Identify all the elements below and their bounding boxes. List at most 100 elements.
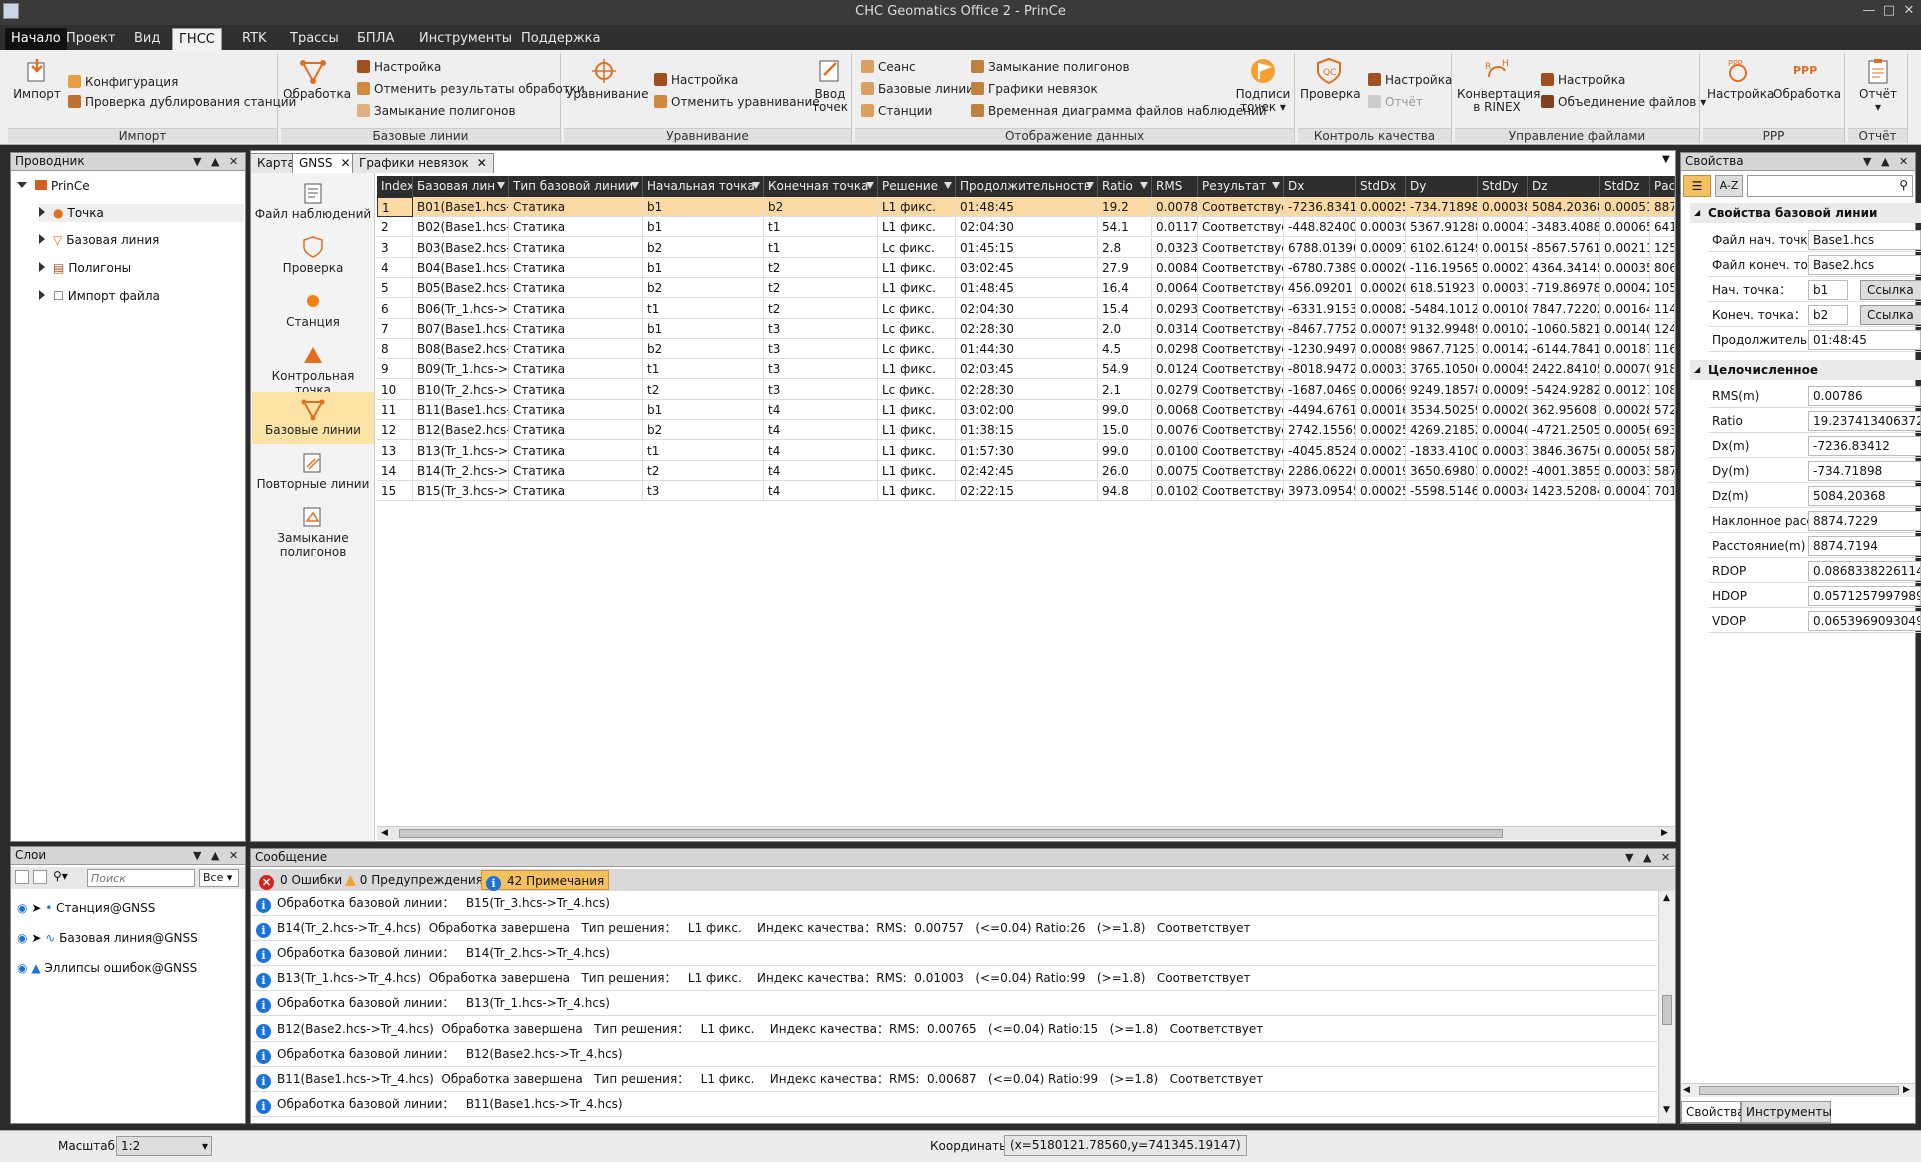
qc-report-button[interactable]: Отчёт xyxy=(1368,93,1423,111)
import-button[interactable]: Импорт xyxy=(12,57,62,101)
search-icon[interactable]: ⚲ xyxy=(1899,178,1908,192)
filter-icon[interactable] xyxy=(944,182,952,189)
display-stations-button[interactable]: Станции xyxy=(861,102,932,120)
nav-observation-files[interactable]: Файл наблюдений xyxy=(252,176,374,228)
property-value[interactable]: 0.06539690930496 xyxy=(1808,611,1921,631)
nav-baselines[interactable]: Базовые линии xyxy=(252,392,374,444)
properties-hscrollbar[interactable]: ◀ ▶ xyxy=(1681,1083,1915,1097)
process-baselines-button[interactable]: Обработка xyxy=(283,57,351,101)
close-icon[interactable]: ✕ xyxy=(1661,849,1670,866)
table-row[interactable]: 1B01(Base1.hcs->Статикаb1b2L1 фикс.01:48… xyxy=(377,197,1675,217)
message-row[interactable]: i Обработка базовой линии： B11(Base1.hcs-… xyxy=(252,1092,1657,1117)
dropdown-icon[interactable]: ▼ xyxy=(1625,849,1633,866)
layer-item-ellipses[interactable]: ◉ ▲ Эллипсы ошибок@GNSS xyxy=(17,959,197,977)
tree-item-polygons[interactable]: ▤ Полигоны xyxy=(39,259,131,277)
qc-check-button[interactable]: QC Проверка xyxy=(1300,57,1361,101)
expand-icon[interactable] xyxy=(39,262,45,272)
table-row[interactable]: 8B08(Base2.hcs->Статикаb2t3Lc фикс.01:44… xyxy=(377,339,1675,360)
message-row[interactable]: i Обработка базовой линии： B14(Tr_2.hcs->… xyxy=(252,941,1657,967)
layer-item-baseline[interactable]: ◉ ➤ ∿ Базовая линия@GNSS xyxy=(17,929,198,947)
property-value[interactable]: 0.08683382261143 xyxy=(1808,561,1921,581)
nav-loop-closure[interactable]: Замыкание полигонов xyxy=(252,500,374,559)
column-header[interactable]: Конечная точка xyxy=(764,176,878,197)
cancel-adjustment-button[interactable]: Отменить уравнивание xyxy=(654,93,820,111)
scroll-right-icon[interactable]: ▶ xyxy=(1661,828,1668,838)
expand-icon[interactable] xyxy=(17,182,27,188)
pin-icon[interactable]: ▲ xyxy=(1881,153,1889,170)
column-header[interactable]: Тип базовой линии xyxy=(509,176,643,197)
tab-support[interactable]: Поддержка xyxy=(515,28,607,50)
link-button[interactable]: Ссылка xyxy=(1860,305,1921,325)
maximize-icon[interactable]: □ xyxy=(1880,3,1898,21)
minimize-icon[interactable]: — xyxy=(1860,3,1878,21)
close-icon[interactable]: ✕ xyxy=(1899,153,1908,170)
categorized-view-button[interactable]: ☰ xyxy=(1683,175,1711,197)
scroll-left-icon[interactable]: ◀ xyxy=(381,828,388,838)
link-button[interactable]: Ссылка xyxy=(1860,280,1921,300)
layers-filter-select[interactable]: Все ▾ xyxy=(199,869,239,887)
tree-root[interactable]: PrinCe xyxy=(17,177,90,195)
ppp-settings-button[interactable]: PPP Настройка xyxy=(1707,57,1774,101)
tab-properties[interactable]: Свойства xyxy=(1681,1101,1745,1123)
column-header[interactable]: Начальная точка xyxy=(643,176,764,197)
tab-gnss[interactable]: ГНСС xyxy=(172,28,222,50)
table-row[interactable]: 11B11(Base1.hcs->Статикаb1t4L1 фикс.03:0… xyxy=(377,400,1675,420)
layer-add-icon[interactable] xyxy=(15,870,29,884)
dropdown-icon[interactable]: ▼ xyxy=(193,847,201,864)
property-value[interactable]: 8874.7194 xyxy=(1808,536,1921,556)
property-value[interactable]: 01:48:45 xyxy=(1808,330,1921,350)
property-value[interactable]: 8874.7229 xyxy=(1808,511,1921,531)
scroll-down-icon[interactable]: ▼ xyxy=(1663,1105,1670,1115)
expand-icon[interactable] xyxy=(39,234,45,244)
column-header[interactable]: StdDz xyxy=(1600,176,1650,197)
layers-search-input[interactable] xyxy=(87,869,195,887)
filter-icon[interactable] xyxy=(1272,182,1280,189)
tab-tools-panel[interactable]: Инструменты xyxy=(1741,1101,1832,1123)
duplicate-check-button[interactable]: Проверка дублирования станций xyxy=(68,93,296,111)
table-row[interactable]: 7B07(Base1.hcs->Статикаb1t3Lc фикс.02:28… xyxy=(377,318,1675,339)
table-row[interactable]: 15 B15(Tr_3.hcs->Tr Статика t3 t4 L1 фикс. 02:… xyxy=(377,481,1675,502)
tab-view[interactable]: Вид xyxy=(128,28,166,50)
close-tab-icon[interactable]: ✕ xyxy=(477,156,487,170)
table-row[interactable]: 10 B10(Tr_2.hcs->Tr Статика t2 t3 Lc фикс. 02:… xyxy=(377,379,1675,400)
message-row[interactable]: i B13(Tr_1.hcs->Tr_4.hcs) Обработка завер… xyxy=(252,966,1657,992)
column-header[interactable]: Продолжительность xyxy=(956,176,1098,197)
alphabetical-view-button[interactable]: A-Z xyxy=(1715,175,1743,197)
tab-home[interactable]: Начало xyxy=(5,28,67,50)
search-icon[interactable]: ⚲▾ xyxy=(53,869,68,883)
report-button[interactable]: Отчёт ▾ xyxy=(1852,57,1904,114)
table-row[interactable]: 6 B06(Tr_1.hcs->Tr Статика t1 t2 Lc фикс. 02:0… xyxy=(377,298,1675,319)
scroll-thumb[interactable] xyxy=(399,829,1503,838)
pin-icon[interactable]: ▲ xyxy=(211,153,219,170)
expand-icon[interactable] xyxy=(39,290,45,300)
doc-tab-gnss[interactable]: GNSS ✕ xyxy=(292,153,358,173)
section-integer-solution[interactable]: ◢ Целочисленное xyxy=(1690,360,1921,380)
input-points-button[interactable]: Ввод точек xyxy=(810,57,850,114)
adjustment-settings-button[interactable]: Настройка xyxy=(654,71,738,89)
layer-doc-icon[interactable] xyxy=(33,870,47,884)
collapse-icon[interactable]: ◢ xyxy=(1694,203,1700,223)
table-row[interactable]: 13 B13(Tr_1.hcs->Tr Статика t1 t4 L1 фикс. 01:… xyxy=(377,440,1675,461)
nav-repeat-lines[interactable]: Повторные линии xyxy=(252,446,374,498)
table-row[interactable]: 4B04(Base1.hcs->Статикаb1t2L1 фикс.03:02… xyxy=(377,257,1675,278)
layer-item-station[interactable]: ◉ ➤ • Станция@GNSS xyxy=(17,899,155,917)
display-loops-button[interactable]: Замыкание полигонов xyxy=(971,58,1130,76)
column-header[interactable]: Dz xyxy=(1528,176,1600,197)
message-row[interactable]: i Обработка базовой линии： B15(Tr_3.hcs->… xyxy=(252,891,1657,916)
qc-settings-button[interactable]: Настройка xyxy=(1368,71,1452,89)
grid-hscrollbar[interactable]: ◀ ▶ xyxy=(377,826,1675,840)
column-header[interactable]: Базовая лин xyxy=(413,176,509,197)
nav-control-point[interactable]: Контрольная точка xyxy=(252,338,374,397)
filter-icon[interactable] xyxy=(1086,182,1094,189)
cancel-processing-button[interactable]: Отменить результаты обработки xyxy=(357,80,585,98)
expand-icon[interactable] xyxy=(39,207,45,217)
property-value[interactable]: 0.00786 xyxy=(1808,386,1921,406)
property-value[interactable]: b1 xyxy=(1808,280,1848,300)
message-row[interactable]: i B12(Base2.hcs->Tr_4.hcs) Обработка заве… xyxy=(252,1017,1657,1042)
scroll-right-icon[interactable]: ▶ xyxy=(1903,1085,1910,1095)
residual-charts-button[interactable]: Графики невязок xyxy=(971,80,1098,98)
tab-list-icon[interactable]: ▼ xyxy=(1662,154,1670,165)
properties-search-input[interactable]: ⚲ xyxy=(1747,175,1913,197)
table-row[interactable]: 2B02(Base1.hcs->Статикаb1t1L1 фикс.02:04… xyxy=(377,217,1675,238)
table-row[interactable]: 5B05(Base2.hcs->Статикаb2t2L1 фикс.01:48… xyxy=(377,278,1675,299)
